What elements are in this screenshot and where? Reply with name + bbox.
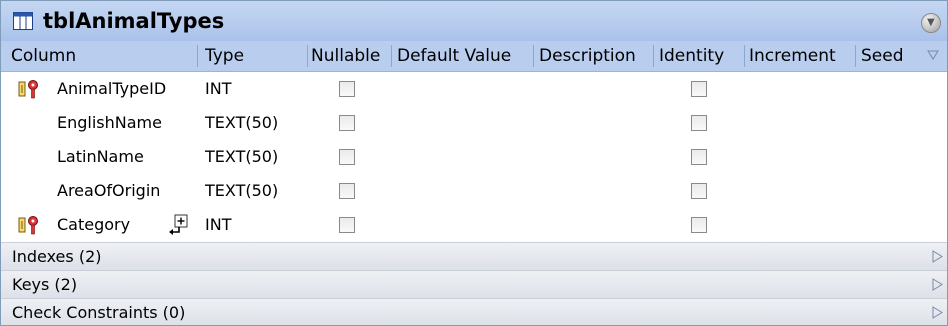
table-design-panel: tblAnimalTypes ▼ Column Type Nullable De… [0,0,948,326]
nullable-checkbox[interactable] [339,81,355,97]
check-constraints-section[interactable]: Check Constraints (0) [1,298,947,325]
column-name[interactable]: Category [57,208,130,242]
header-identity[interactable]: Identity [659,41,724,71]
column-type[interactable]: TEXT(50) [205,140,278,174]
columns-header: Column Type Nullable Default Value Descr… [1,41,947,72]
identity-checkbox[interactable] [691,149,707,165]
collapse-button[interactable]: ▼ [921,13,941,33]
column-divider[interactable] [744,45,745,67]
primary-key-icon [18,80,38,99]
section-label: Check Constraints (0) [12,303,186,322]
identity-checkbox[interactable] [691,115,707,131]
indexes-section[interactable]: Indexes (2) [1,242,947,270]
column-menu-icon[interactable] [927,49,939,61]
column-name[interactable]: AreaOfOrigin [57,174,160,208]
identity-checkbox[interactable] [691,81,707,97]
column-divider[interactable] [653,45,654,67]
section-label: Indexes (2) [12,247,102,266]
header-seed[interactable]: Seed [861,41,904,71]
chevron-down-icon: ▼ [927,17,935,28]
header-column[interactable]: Column [11,41,76,71]
column-type[interactable]: INT [205,208,231,242]
columns-grid: AnimalTypeID INT EnglishName TEXT(50) La… [1,72,947,242]
table-row[interactable]: AreaOfOrigin TEXT(50) [1,174,947,208]
table-row[interactable]: EnglishName TEXT(50) [1,106,947,140]
column-name[interactable]: EnglishName [57,106,162,140]
column-name[interactable]: AnimalTypeID [57,72,166,106]
header-default-value[interactable]: Default Value [397,41,511,71]
primary-key-icon [18,216,38,235]
nullable-checkbox[interactable] [339,183,355,199]
expand-arrow-icon[interactable] [932,306,943,319]
foreign-key-relation-icon[interactable] [167,214,189,236]
table-grid-icon [13,12,33,30]
column-type[interactable]: INT [205,72,231,106]
column-divider[interactable] [197,45,198,67]
table-name: tblAnimalTypes [43,9,225,33]
column-divider[interactable] [855,45,856,67]
table-title-bar[interactable]: tblAnimalTypes ▼ [1,1,947,41]
table-row[interactable]: LatinName TEXT(50) [1,140,947,174]
nullable-checkbox[interactable] [339,149,355,165]
table-row[interactable]: Category INT [1,208,947,242]
identity-checkbox[interactable] [691,183,707,199]
nullable-checkbox[interactable] [339,115,355,131]
header-description[interactable]: Description [539,41,636,71]
column-divider[interactable] [391,45,392,67]
column-divider[interactable] [533,45,534,67]
column-type[interactable]: TEXT(50) [205,174,278,208]
column-name[interactable]: LatinName [57,140,144,174]
identity-checkbox[interactable] [691,217,707,233]
column-type[interactable]: TEXT(50) [205,106,278,140]
table-row[interactable]: AnimalTypeID INT [1,72,947,106]
expand-arrow-icon[interactable] [932,250,943,263]
expand-arrow-icon[interactable] [932,278,943,291]
nullable-checkbox[interactable] [339,217,355,233]
header-type[interactable]: Type [205,41,244,71]
column-divider[interactable] [307,45,308,67]
header-increment[interactable]: Increment [749,41,836,71]
header-nullable[interactable]: Nullable [311,41,380,71]
section-label: Keys (2) [12,275,78,294]
keys-section[interactable]: Keys (2) [1,270,947,298]
